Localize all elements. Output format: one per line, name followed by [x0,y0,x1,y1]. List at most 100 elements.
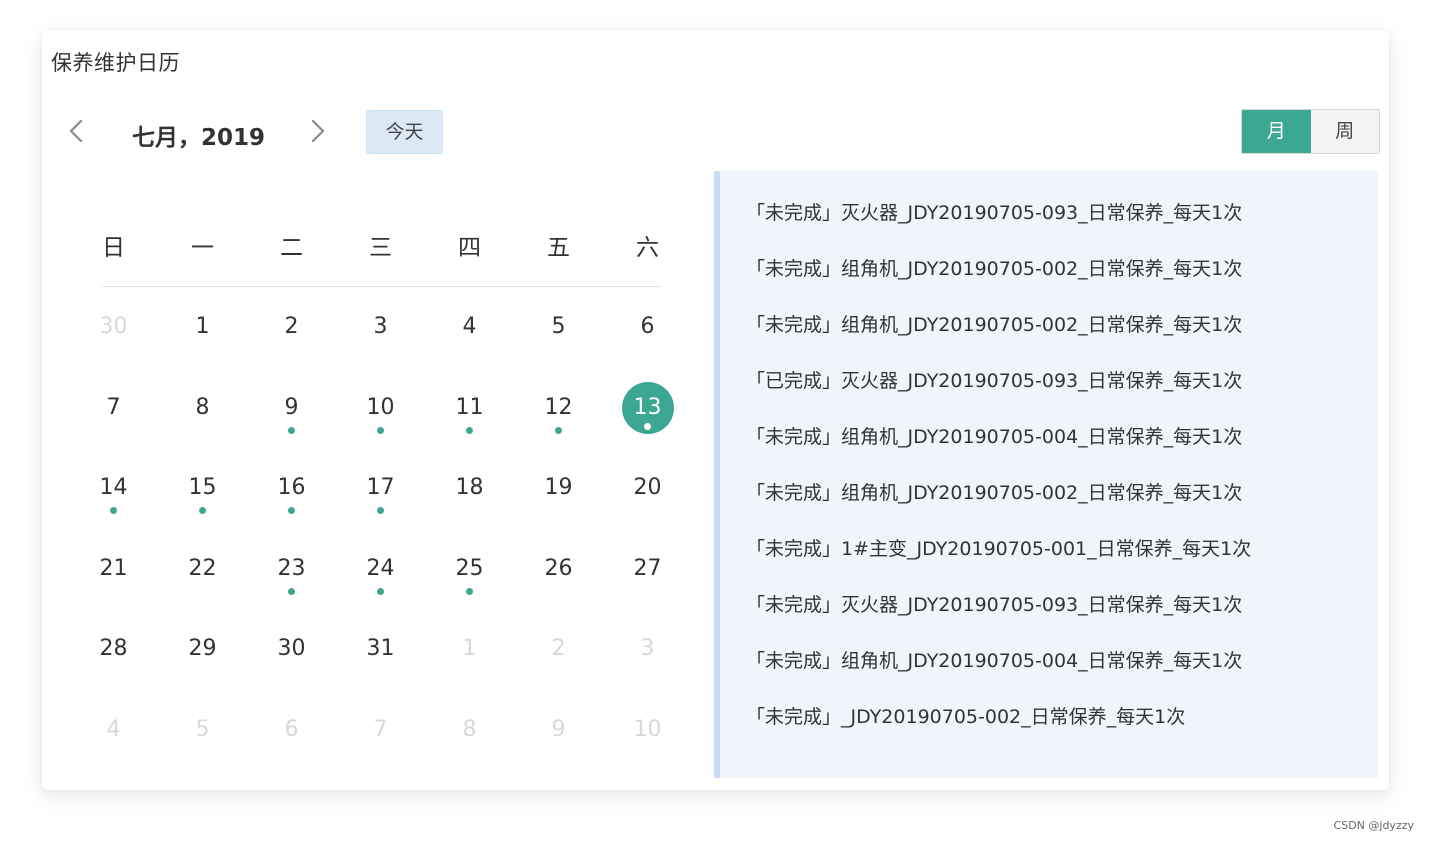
day-cell[interactable]: 12 [514,368,603,449]
event-item[interactable]: 「未完成」组角机_JDY20190705-002_日常保养_每天1次 [746,251,1378,307]
day-number: 30 [99,314,128,339]
day-cell[interactable]: 10 [336,368,425,449]
chevron-right-icon [311,119,325,143]
day-number: 10 [366,394,395,420]
day-cell[interactable]: 4 [69,690,158,771]
event-dot-indicator [199,507,206,514]
chevron-left-icon [69,119,83,143]
day-number: 12 [544,394,573,420]
day-number: 20 [633,475,662,500]
event-dot-indicator [377,426,384,434]
day-cell[interactable]: 3 [603,609,692,690]
prev-month-button[interactable] [64,118,90,144]
month-label: 七月，2019 [132,125,266,151]
day-cell[interactable]: 18 [425,448,514,529]
day-cell[interactable]: 19 [514,448,603,529]
day-cell[interactable]: 5 [158,690,247,771]
next-month-button[interactable] [304,118,330,144]
day-cell[interactable]: 6 [603,287,692,368]
view-toggle: 月 周 [1241,109,1380,154]
day-cell[interactable]: 31 [336,609,425,690]
day-number: 30 [277,636,306,661]
weekday-label: 六 [636,235,659,261]
day-number: 18 [455,475,484,500]
day-cell[interactable]: 17 [336,448,425,529]
event-dot-indicator [466,426,473,434]
day-cell[interactable]: 9 [514,690,603,771]
day-number: 3 [640,636,655,661]
day-cell[interactable]: 2 [514,609,603,690]
day-cell[interactable]: 15 [158,448,247,529]
day-number: 9 [551,716,566,742]
day-cell[interactable]: 9 [247,368,336,449]
day-number: 9 [284,394,299,420]
day-number: 7 [106,394,121,420]
day-cell[interactable]: 10 [603,690,692,771]
event-item[interactable]: 「未完成」组角机_JDY20190705-002_日常保养_每天1次 [746,475,1378,531]
day-cell[interactable]: 27 [603,529,692,610]
day-number: 31 [366,636,395,661]
today-button[interactable]: 今天 [366,110,443,154]
event-dot-indicator [466,587,473,595]
day-number: 27 [633,555,662,581]
day-cell-selected[interactable]: 13 [603,368,692,449]
day-cell[interactable]: 2 [247,287,336,368]
month-grid: 日一二三四五六 30 1 2 3 4 5 6 7 8 9 10 11 12 13 14 15 16 17 18 19 2… [69,210,694,770]
event-dot-indicator [288,426,295,434]
day-cell[interactable]: 6 [247,690,336,771]
day-cell[interactable]: 7 [69,368,158,449]
day-cell[interactable]: 30 [69,287,158,368]
day-cell[interactable]: 5 [514,287,603,368]
day-grid: 30 1 2 3 4 5 6 7 8 9 10 11 12 13 14 15 16 17 18 19 20 21 22 23 2… [69,287,694,770]
day-cell[interactable]: 23 [247,529,336,610]
week-view-button[interactable]: 周 [1310,110,1379,153]
day-cell[interactable]: 28 [69,609,158,690]
event-dot-indicator [110,507,117,514]
event-item[interactable]: 「未完成」组角机_JDY20190705-004_日常保养_每天1次 [746,419,1378,475]
day-cell[interactable]: 1 [158,287,247,368]
event-dot-indicator [644,422,651,430]
day-cell[interactable]: 1 [425,609,514,690]
day-cell[interactable]: 7 [336,690,425,771]
day-number: 10 [633,716,662,742]
day-number: 8 [195,394,210,420]
event-list: 「未完成」灭火器_JDY20190705-093_日常保养_每天1次 「未完成」组… [714,171,1378,778]
day-number: 26 [544,555,573,581]
weekday-label: 四 [458,235,481,261]
day-cell[interactable]: 4 [425,287,514,368]
event-item[interactable]: 「未完成」1#主变_JDY20190705-001_日常保养_每天1次 [746,531,1378,587]
day-number: 6 [640,314,655,339]
day-cell[interactable]: 16 [247,448,336,529]
day-cell[interactable]: 24 [336,529,425,610]
weekday-label: 三 [369,235,392,261]
event-item[interactable]: 「已完成」灭火器_JDY20190705-093_日常保养_每天1次 [746,363,1378,419]
event-item[interactable]: 「未完成」灭火器_JDY20190705-093_日常保养_每天1次 [746,195,1378,251]
event-item[interactable]: 「未完成」灭火器_JDY20190705-093_日常保养_每天1次 [746,587,1378,643]
day-cell[interactable]: 29 [158,609,247,690]
day-cell[interactable]: 20 [603,448,692,529]
day-number: 5 [551,314,566,339]
event-item[interactable]: 「未完成」组角机_JDY20190705-002_日常保养_每天1次 [746,307,1378,363]
day-cell[interactable]: 11 [425,368,514,449]
maintenance-calendar-card: 保养维护日历 七月，2019 今天 月 周 日一二三四五六 30 1 2 3 4 5 6 7 8… [42,30,1389,790]
day-cell[interactable]: 22 [158,529,247,610]
month-view-button[interactable]: 月 [1242,110,1311,153]
day-number: 21 [99,555,128,581]
day-number: 11 [455,394,484,420]
day-number: 23 [277,555,306,581]
day-number: 1 [195,314,210,339]
event-item[interactable]: 「未完成」组角机_JDY20190705-004_日常保养_每天1次 [746,643,1378,699]
day-number: 4 [462,314,477,339]
day-cell[interactable]: 26 [514,529,603,610]
day-cell[interactable]: 8 [425,690,514,771]
day-cell[interactable]: 8 [158,368,247,449]
day-cell[interactable]: 30 [247,609,336,690]
day-number: 25 [455,555,484,581]
event-item[interactable]: 「未完成」_JDY20190705-002_日常保养_每天1次 [746,699,1378,755]
day-cell[interactable]: 3 [336,287,425,368]
day-cell[interactable]: 21 [69,529,158,610]
event-dot-indicator [288,507,295,514]
event-dot-indicator [555,426,562,434]
day-cell[interactable]: 25 [425,529,514,610]
day-cell[interactable]: 14 [69,448,158,529]
